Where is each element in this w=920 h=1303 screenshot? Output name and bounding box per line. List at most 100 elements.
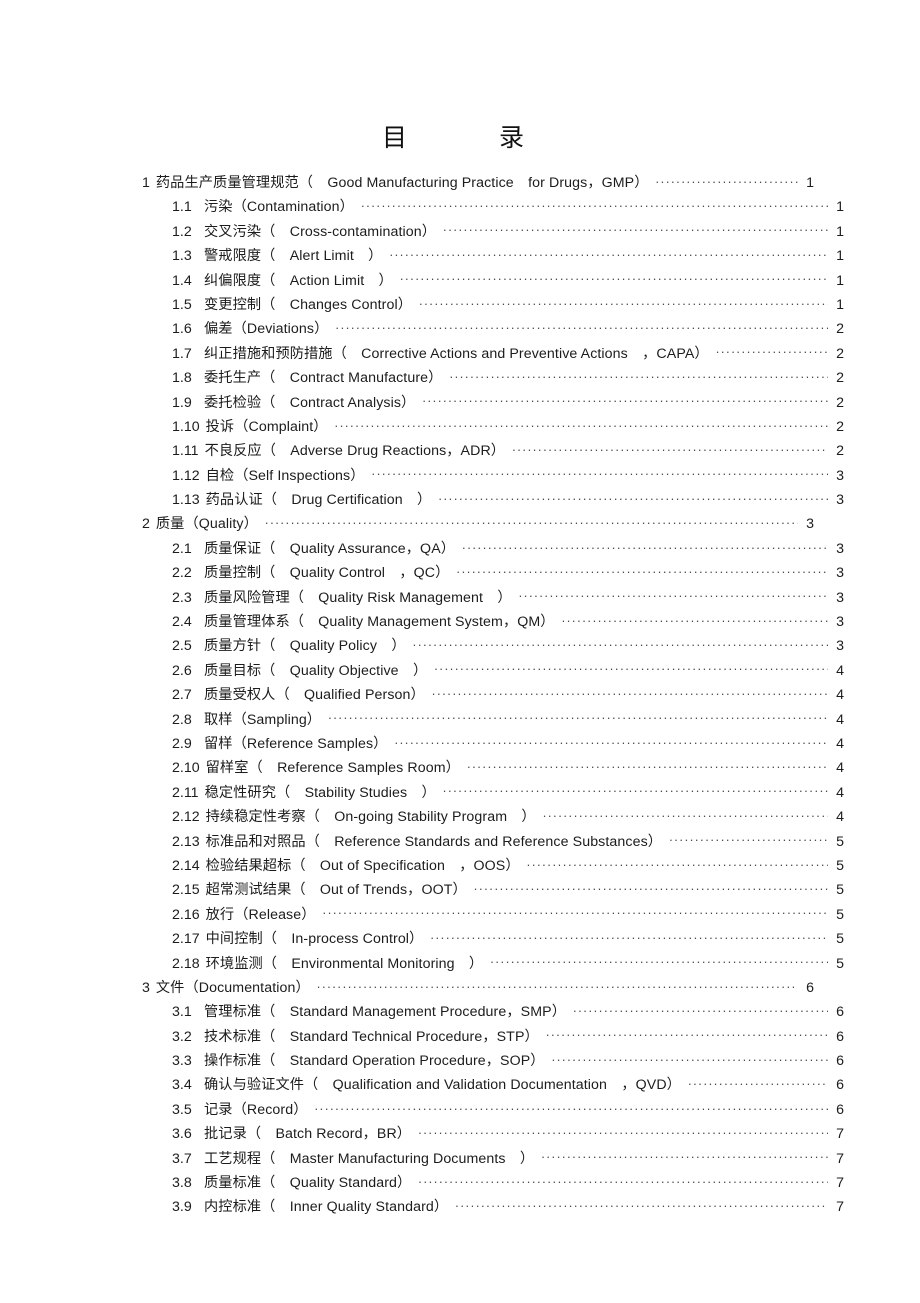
- toc-entry-page-number: 3: [836, 492, 844, 509]
- toc-entry[interactable]: 2.6 质量目标（ Quality Objective ） 4: [142, 660, 844, 684]
- toc-dot-leader: [512, 441, 828, 455]
- toc-entry[interactable]: 3.2 技术标准（ Standard Technical Procedure，ST…: [142, 1026, 844, 1050]
- toc-entry-number: 1.5: [172, 296, 192, 313]
- toc-entry-label: 批记录（ Batch Record，BR）: [204, 1126, 412, 1143]
- toc-entry-label: 取样（Sampling）: [204, 711, 322, 728]
- toc-dot-leader: [372, 466, 828, 480]
- toc-entry-number: 2.1: [172, 540, 192, 557]
- toc-entry-label: 委托检验（ Contract Analysis）: [204, 394, 416, 411]
- toc-entry-number: 3.9: [172, 1199, 192, 1216]
- toc-dot-leader: [443, 222, 828, 236]
- toc-entry-number: 2: [142, 516, 150, 533]
- toc-entry-page-number: 4: [836, 784, 844, 801]
- toc-entry[interactable]: 1.13 药品认证（ Drug Certification ） 3: [142, 489, 844, 513]
- toc-entry[interactable]: 1.2 交叉污染（ Cross-contamination） 1: [142, 221, 844, 245]
- toc-entry-page-number: 4: [836, 735, 844, 752]
- toc-entry-label: 技术标准（ Standard Technical Procedure，STP）: [204, 1028, 539, 1045]
- toc-entry-number: 2.10: [172, 760, 200, 777]
- toc-entry-page-number: 5: [836, 931, 844, 948]
- toc-entry[interactable]: 3.9 内控标准（ Inner Quality Standard） 7: [142, 1196, 844, 1220]
- toc-entry-page-number: 3: [836, 565, 844, 582]
- toc-entry-label: 自检（Self Inspections）: [205, 467, 365, 484]
- toc-entry[interactable]: 2.18 环境监测（ Environmental Monitoring ） 5: [142, 953, 844, 977]
- toc-entry[interactable]: 3.6 批记录（ Batch Record，BR） 7: [142, 1123, 844, 1147]
- toc-entry-label: 持续稳定性考察（ On-going Stability Program ）: [205, 809, 536, 826]
- toc-entry-page-number: 1: [806, 175, 814, 191]
- toc-entry-number: 2.2: [172, 565, 192, 582]
- toc-entry-number: 2.8: [172, 711, 192, 728]
- toc-entry-page-number: 3: [806, 516, 814, 533]
- toc-entry-page-number: 2: [836, 418, 844, 435]
- toc-dot-leader: [716, 344, 828, 358]
- toc-entry[interactable]: 2.17 中间控制（ In-process Control） 5: [142, 928, 844, 952]
- toc-entry[interactable]: 2.7 质量受权人（ Qualified Person） 4: [142, 684, 844, 708]
- toc-entry[interactable]: 2.13 标准品和对照品（ Reference Standards and Ref…: [142, 831, 844, 855]
- toc-entry[interactable]: 1 药品生产质量管理规范（ Good Manufacturing Practice…: [142, 172, 814, 196]
- toc-entry[interactable]: 1.5 变更控制（ Changes Control） 1: [142, 294, 844, 318]
- toc-entry-label: 质量保证（ Quality Assurance，QA）: [204, 540, 456, 557]
- toc-entry[interactable]: 2.3 质量风险管理（ Quality Risk Management ） 3: [142, 587, 844, 611]
- toc-entry[interactable]: 3.5 记录（Record） 6: [142, 1099, 844, 1123]
- toc-dot-leader: [456, 563, 828, 577]
- toc-entry[interactable]: 2.11 稳定性研究（ Stability Studies ） 4: [142, 782, 844, 806]
- toc-entry[interactable]: 3 文件（Documentation） 6: [142, 977, 814, 1001]
- toc-entry-page-number: 6: [806, 979, 814, 996]
- toc-entry-label: 质量受权人（ Qualified Person）: [204, 687, 425, 704]
- toc-entry-page-number: 2: [836, 443, 844, 460]
- toc-dot-leader: [419, 295, 828, 309]
- toc-entry[interactable]: 1.12 自检（Self Inspections） 3: [142, 465, 844, 489]
- toc-dot-leader: [467, 758, 828, 772]
- toc-entry[interactable]: 3.4 确认与验证文件（ Qualification and Validation…: [142, 1074, 844, 1098]
- toc-entry[interactable]: 2.9 留样（Reference Samples） 4: [142, 733, 844, 757]
- toc-entry[interactable]: 1.3 警戒限度（ Alert Limit ） 1: [142, 245, 844, 269]
- toc-dot-leader: [573, 1002, 828, 1016]
- toc-entry-page-number: 3: [836, 589, 844, 606]
- toc-entry-page-number: 3: [836, 467, 844, 484]
- toc-entry-page-number: 3: [836, 614, 844, 631]
- toc-entry-number: 2.6: [172, 662, 192, 679]
- toc-entry[interactable]: 3.3 操作标准（ Standard Operation Procedure，SO…: [142, 1050, 844, 1074]
- toc-entry-number: 2.5: [172, 638, 192, 655]
- toc-entry-page-number: 1: [836, 272, 844, 289]
- toc-entry-label: 投诉（Complaint）: [205, 418, 328, 435]
- toc-entry-page-number: 2: [836, 394, 844, 411]
- toc-entry[interactable]: 2.4 质量管理体系（ Quality Management System，QM）…: [142, 611, 844, 635]
- toc-entry[interactable]: 2.16 放行（Release） 5: [142, 904, 844, 928]
- toc-entry-page-number: 7: [836, 1150, 844, 1167]
- toc-entry-number: 3.2: [172, 1028, 192, 1045]
- toc-entry[interactable]: 2.12 持续稳定性考察（ On-going Stability Program …: [142, 806, 844, 830]
- toc-entry[interactable]: 1.7 纠正措施和预防措施（ Corrective Actions and Pre…: [142, 343, 844, 367]
- toc-entry[interactable]: 2.1 质量保证（ Quality Assurance，QA） 3: [142, 538, 844, 562]
- toc-entry[interactable]: 3.7 工艺规程（ Master Manufacturing Documents …: [142, 1148, 844, 1172]
- toc-entry[interactable]: 1.1 污染（Contamination） 1: [142, 196, 844, 220]
- toc-entry-number: 3.7: [172, 1150, 192, 1167]
- toc-entry[interactable]: 1.6 偏差（Deviations） 2: [142, 318, 844, 342]
- toc-entry-number: 1.4: [172, 272, 192, 289]
- toc-entry[interactable]: 1.4 纠偏限度（ Action Limit ） 1: [142, 270, 844, 294]
- toc-dot-leader: [541, 1148, 828, 1162]
- toc-entry[interactable]: 2.5 质量方针（ Quality Policy ） 3: [142, 635, 844, 659]
- toc-entry-number: 1.9: [172, 394, 192, 411]
- toc-entry[interactable]: 2.10 留样室（ Reference Samples Room） 4: [142, 757, 844, 781]
- toc-entry[interactable]: 2.8 取样（Sampling） 4: [142, 709, 844, 733]
- toc-entry-number: 2.4: [172, 614, 192, 631]
- toc-entry-label: 质量（Quality）: [155, 516, 258, 533]
- toc-entry[interactable]: 3.1 管理标准（ Standard Management Procedure，S…: [142, 1001, 844, 1025]
- toc-entry[interactable]: 1.8 委托生产（ Contract Manufacture） 2: [142, 367, 844, 391]
- toc-entry-page-number: 4: [836, 760, 844, 777]
- toc-entry[interactable]: 2 质量（Quality） 3: [142, 513, 814, 537]
- toc-entry-label: 确认与验证文件（ Qualification and Validation Do…: [204, 1077, 681, 1094]
- toc-dot-leader: [490, 953, 828, 967]
- toc-entry-label: 质量标准（ Quality Standard）: [204, 1175, 412, 1192]
- toc-entry[interactable]: 2.15 超常测试结果（ Out of Trends，OOT） 5: [142, 879, 844, 903]
- toc-entry[interactable]: 1.9 委托检验（ Contract Analysis） 2: [142, 392, 844, 416]
- toc-dot-leader: [394, 734, 828, 748]
- toc-entry[interactable]: 1.10 投诉（Complaint） 2: [142, 416, 844, 440]
- toc-entry-number: 2.15: [172, 882, 200, 899]
- toc-dot-leader: [265, 514, 798, 528]
- toc-entry[interactable]: 1.11 不良反应（ Adverse Drug Reactions，ADR） 2: [142, 440, 844, 464]
- toc-entry[interactable]: 2.14 检验结果超标（ Out of Specification ，OOS） 5: [142, 855, 844, 879]
- toc-entry[interactable]: 2.2 质量控制（ Quality Control ，QC） 3: [142, 562, 844, 586]
- toc-entry-page-number: 1: [836, 296, 844, 313]
- toc-entry[interactable]: 3.8 质量标准（ Quality Standard） 7: [142, 1172, 844, 1196]
